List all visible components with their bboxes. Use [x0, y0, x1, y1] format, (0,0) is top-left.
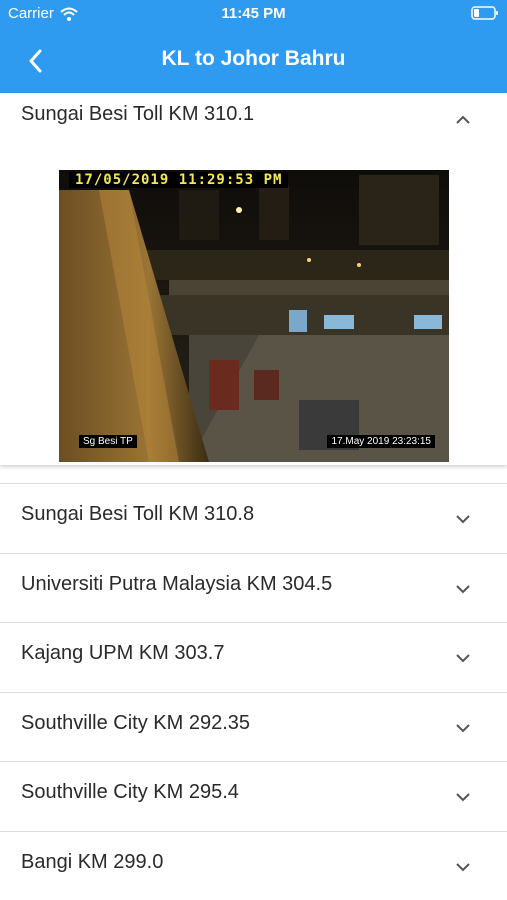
list-item[interactable]: Kajang UPM KM 303.7	[0, 622, 507, 692]
spacer	[0, 465, 507, 483]
camera-location-label: Sg Besi TP	[79, 435, 137, 448]
expanded-item: Sungai Besi Toll KM 310.1 17/05/2019 11:…	[0, 93, 507, 465]
chevron-down-icon	[456, 515, 470, 524]
chevron-down-icon	[456, 862, 470, 871]
toll-plaza-scene	[59, 170, 449, 462]
chevron-down-icon	[456, 793, 470, 802]
status-bar: Carrier 11:45 PM	[0, 0, 507, 28]
battery-icon	[471, 6, 498, 20]
camera-timestamp: 17/05/2019 11:29:53 PM	[69, 172, 289, 188]
list-item[interactable]: Universiti Putra Malaysia KM 304.5	[0, 552, 507, 622]
nav-bar: KL to Johor Bahru	[0, 28, 507, 93]
list-item-title: Southville City KM 292.35	[21, 711, 251, 734]
chevron-up-icon[interactable]	[455, 115, 471, 125]
chevron-down-icon	[456, 584, 470, 593]
list-item[interactable]: Sungai Besi Toll KM 310.8	[0, 483, 507, 553]
camera-list: Sungai Besi Toll KM 310.1 17/05/2019 11:…	[0, 93, 507, 900]
list-item-title: Bangi KM 299.0	[21, 850, 164, 873]
header: Carrier 11:45 PM KL to Johor Bahru	[0, 0, 507, 93]
list-item-title: Southville City KM 295.4	[21, 781, 239, 803]
expanded-item-title[interactable]: Sungai Besi Toll KM 310.1	[21, 103, 254, 126]
camera-date-label: 17.May 2019 23:23:15	[327, 435, 435, 448]
camera-image: 17/05/2019 11:29:53 PM Sg Besi TP 17.May…	[59, 170, 449, 462]
list-item-title: Universiti Putra Malaysia KM 304.5	[21, 572, 333, 595]
list-item[interactable]: Southville City KM 295.4	[0, 761, 507, 831]
list-item[interactable]: Southville City KM 292.35	[0, 691, 507, 761]
status-time: 11:45 PM	[221, 5, 286, 22]
list-item-title: Sungai Besi Toll KM 310.8	[21, 503, 255, 525]
list-item[interactable]: Bangi KM 299.0	[0, 830, 507, 900]
page-title: KL to Johor Bahru	[161, 47, 346, 70]
chevron-down-icon	[456, 654, 470, 663]
chevron-down-icon	[456, 723, 470, 732]
list-item-title: Kajang UPM KM 303.7	[21, 642, 225, 664]
